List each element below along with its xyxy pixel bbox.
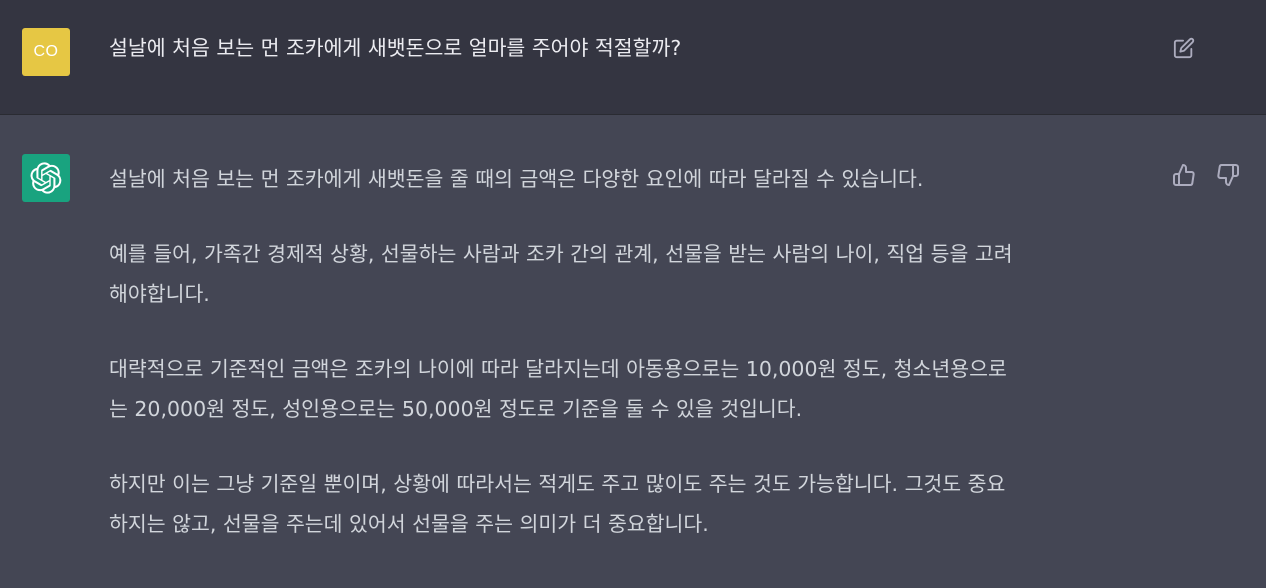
edit-message-button[interactable]	[1170, 34, 1198, 62]
user-message-row: CO 설날에 처음 보는 먼 조카에게 새뱃돈으로 얼마를 주어야 적절할까?	[0, 0, 1266, 115]
thumbs-down-button[interactable]	[1214, 161, 1242, 189]
assistant-message-row: 설날에 처음 보는 먼 조카에게 새뱃돈을 줄 때의 금액은 다양한 요인에 따…	[0, 115, 1266, 588]
user-avatar-initials: CO	[33, 43, 59, 60]
edit-icon	[1173, 37, 1195, 59]
thumbs-up-icon	[1173, 164, 1195, 186]
answer-paragraph: 예를 들어, 가족간 경제적 상황, 선물하는 사람과 조카 간의 관계, 선물…	[109, 242, 1013, 306]
answer-paragraph: 설날에 처음 보는 먼 조카에게 새뱃돈을 줄 때의 금액은 다양한 요인에 따…	[109, 167, 924, 191]
user-avatar: CO	[22, 28, 70, 76]
thumbs-down-icon	[1217, 164, 1239, 186]
assistant-answer: 설날에 처음 보는 먼 조카에게 새뱃돈을 줄 때의 금액은 다양한 요인에 따…	[109, 159, 1159, 579]
thumbs-up-button[interactable]	[1170, 161, 1198, 189]
answer-paragraph: 대략적으로 기준적인 금액은 조카의 나이에 따라 달라지는데 아동용으로는 1…	[109, 357, 1007, 421]
openai-logo-icon	[30, 162, 62, 194]
user-message-text: 설날에 처음 보는 먼 조카에게 새뱃돈으로 얼마를 주어야 적절할까?	[109, 36, 682, 60]
answer-paragraph: 하지만 이는 그냥 기준일 뿐이며, 상황에 따라서는 적게도 주고 많이도 주…	[109, 472, 1006, 536]
assistant-avatar	[22, 154, 70, 202]
